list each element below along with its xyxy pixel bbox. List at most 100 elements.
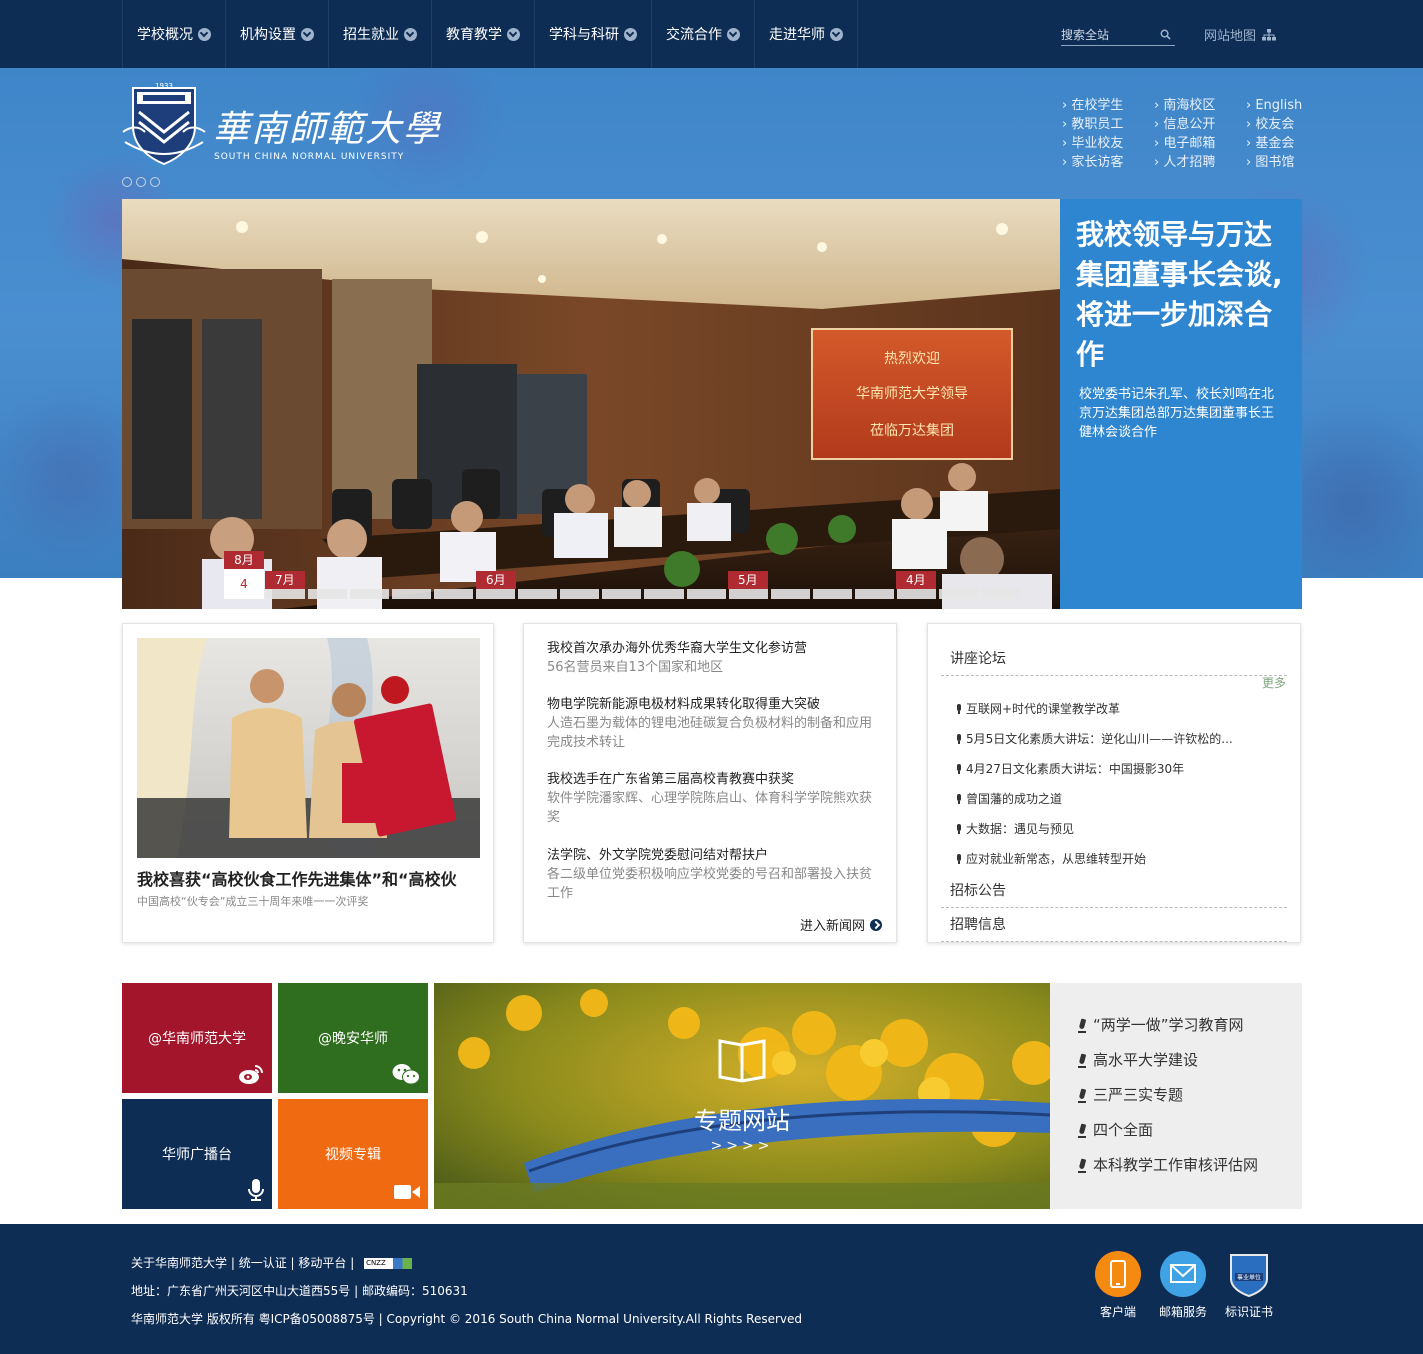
news-summary: 人造石墨为载体的锂电池硅碳复合负极材料的制备和应用完成技术转让 bbox=[547, 716, 873, 750]
topic-link[interactable]: “两学一做”学习教育网 bbox=[1078, 1008, 1302, 1043]
video-tile-label: 视频专辑 bbox=[325, 1147, 381, 1163]
footer-link-mobile[interactable]: 移动平台 bbox=[298, 1256, 346, 1270]
slide-photo[interactable]: 热烈欢迎 华南师范大学领导 莅临万达集团 bbox=[122, 199, 1060, 609]
quicklink-alumni[interactable]: 毕业校友 bbox=[1062, 134, 1154, 153]
sitemap-link[interactable]: 网站地图 bbox=[1204, 25, 1277, 44]
wechat-tile[interactable]: @晚安华师 bbox=[278, 983, 428, 1093]
cnzz-badge[interactable]: CNZZ bbox=[364, 1258, 413, 1269]
quicklink-library[interactable]: 图书馆 bbox=[1246, 153, 1316, 172]
timeline-segment[interactable] bbox=[266, 589, 306, 599]
carousel-dot[interactable] bbox=[150, 177, 160, 187]
feature-title[interactable]: 我校喜获“高校伙食工作先进集体”和“高校伙 bbox=[137, 866, 480, 890]
news-title[interactable]: 我校首次承办海外优秀华裔大学生文化参访营 bbox=[547, 639, 877, 658]
slide-title[interactable]: 我校领导与万达集团董事长会谈,将进一步加深合作 bbox=[1076, 215, 1286, 375]
quicklink-info-disclosure[interactable]: 信息公开 bbox=[1154, 115, 1246, 134]
quicklink-email[interactable]: 电子邮箱 bbox=[1154, 134, 1246, 153]
nav-item-admissions[interactable]: 招生就业 bbox=[329, 0, 432, 68]
email-service-button[interactable]: 邮箱服务 bbox=[1153, 1251, 1213, 1320]
news-item[interactable]: 我校首次承办海外优秀华裔大学生文化参访营 56名营员来自13个国家和地区 bbox=[547, 639, 877, 677]
timeline-segment[interactable] bbox=[728, 589, 768, 599]
news-title[interactable]: 物电学院新能源电极材料成果转化取得重大突破 bbox=[547, 695, 877, 714]
timeline-segment[interactable] bbox=[854, 589, 894, 599]
lecture-item[interactable]: 曾国藩的成功之道 bbox=[956, 784, 1276, 814]
news-item[interactable]: 我校选手在广东省第三届高校青教赛中获奖 软件学院潘家辉、心理学院陈启山、体育科学… bbox=[547, 770, 877, 827]
search-icon[interactable] bbox=[1160, 29, 1171, 40]
timeline-active-date[interactable]: 8月 4 bbox=[224, 551, 264, 599]
chevron-down-icon bbox=[830, 27, 843, 41]
timeline-segment[interactable] bbox=[644, 589, 684, 599]
timeline-segment[interactable] bbox=[686, 589, 726, 599]
search-input[interactable] bbox=[1061, 24, 1156, 46]
news-item[interactable]: 法学院、外文学院党委慰问结对帮扶户 各二级单位党委积极响应学校党委的号召和部署投… bbox=[547, 846, 877, 903]
lecture-item[interactable]: 4月27日文化素质大讲坛：中国摄影30年 bbox=[956, 754, 1276, 784]
footer-copyright: 华南师范大学 版权所有 粤ICP备05008875号 | Copyright ©… bbox=[131, 1312, 803, 1326]
news-list-card: 我校首次承办海外优秀华裔大学生文化参访营 56名营员来自13个国家和地区 物电学… bbox=[523, 623, 897, 943]
more-link[interactable]: 更多 bbox=[1262, 674, 1286, 691]
timeline-segment[interactable] bbox=[938, 589, 978, 599]
footer-link-auth[interactable]: 统一认证 bbox=[239, 1256, 287, 1270]
nav-item-exchange[interactable]: 交流合作 bbox=[652, 0, 755, 68]
lecture-item[interactable]: 应对就业新常态，从思维转型开始 bbox=[956, 844, 1276, 874]
news-title[interactable]: 法学院、外文学院党委慰问结对帮扶户 bbox=[547, 846, 877, 865]
nav-item-organization[interactable]: 机构设置 bbox=[226, 0, 329, 68]
nav-item-education[interactable]: 教育教学 bbox=[432, 0, 535, 68]
news-item[interactable]: 物电学院新能源电极材料成果转化取得重大突破 人造石墨为载体的锂电池硅碳复合负极材… bbox=[547, 695, 877, 752]
bid-announcements-link[interactable]: 招标公告 bbox=[941, 880, 1287, 908]
university-logo[interactable]: 1933 華南師範大學 SOUTH CHINA NORMAL UNIVERSIT… bbox=[121, 82, 441, 172]
topic-link[interactable]: 高水平大学建设 bbox=[1078, 1043, 1302, 1078]
radio-tile[interactable]: 华师广播台 bbox=[122, 1099, 272, 1209]
quicklink-english[interactable]: English bbox=[1246, 96, 1316, 115]
feature-photo[interactable] bbox=[137, 638, 480, 858]
nav-item-school-overview[interactable]: 学校概况 bbox=[123, 0, 226, 68]
timeline-segment[interactable] bbox=[476, 589, 516, 599]
radio-tile-label: 华师广播台 bbox=[162, 1147, 232, 1163]
timeline-month-tag[interactable]: 6月 bbox=[476, 571, 516, 589]
topic-link[interactable]: 三严三实专题 bbox=[1078, 1078, 1302, 1113]
timeline-month-tag[interactable]: 7月 bbox=[265, 571, 305, 589]
news-title[interactable]: 我校选手在广东省第三届高校青教赛中获奖 bbox=[547, 770, 877, 789]
timeline-segment[interactable] bbox=[770, 589, 810, 599]
nav-item-label: 招生就业 bbox=[343, 27, 399, 43]
carousel-dot[interactable] bbox=[136, 177, 146, 187]
timeline-segment[interactable] bbox=[392, 589, 432, 599]
topic-link[interactable]: 四个全面 bbox=[1078, 1113, 1302, 1148]
weibo-tile[interactable]: @华南师范大学 bbox=[122, 983, 272, 1093]
lectures-heading[interactable]: 讲座论坛 bbox=[941, 648, 1287, 676]
enter-news-link[interactable]: 进入新闻网 bbox=[800, 915, 882, 934]
timeline-segment[interactable] bbox=[896, 589, 936, 599]
footer-link-about[interactable]: 关于华南师范大学 bbox=[131, 1256, 227, 1270]
quicklink-foundation[interactable]: 基金会 bbox=[1246, 134, 1316, 153]
quicklink-staff[interactable]: 教职员工 bbox=[1062, 115, 1154, 134]
topic-links-panel: “两学一做”学习教育网 高水平大学建设 三严三实专题 四个全面 本科教学工作审核… bbox=[1050, 983, 1302, 1209]
timeline-segment[interactable] bbox=[602, 589, 642, 599]
open-book-icon bbox=[718, 1039, 766, 1083]
timeline-segment[interactable] bbox=[560, 589, 600, 599]
nav-item-about[interactable]: 走进华师 bbox=[755, 0, 858, 68]
quicklink-parents[interactable]: 家长访客 bbox=[1062, 153, 1154, 172]
topic-link[interactable]: 本科教学工作审核评估网 bbox=[1078, 1148, 1302, 1183]
video-tile[interactable]: 视频专辑 bbox=[278, 1099, 428, 1209]
timeline-segment[interactable] bbox=[434, 589, 474, 599]
logo-english-name: SOUTH CHINA NORMAL UNIVERSITY bbox=[214, 152, 405, 162]
quicklink-alumni-association[interactable]: 校友会 bbox=[1246, 115, 1316, 134]
lecture-item[interactable]: 5月5日文化素质大讲坛：逆化山川——许钦松的... bbox=[956, 724, 1276, 754]
timeline-segment[interactable] bbox=[350, 589, 390, 599]
timeline-segment[interactable] bbox=[308, 589, 348, 599]
quicklink-nanhai-campus[interactable]: 南海校区 bbox=[1154, 96, 1246, 115]
lecture-item[interactable]: 大数据：遇见与预见 bbox=[956, 814, 1276, 844]
timeline-segment[interactable] bbox=[980, 589, 1020, 599]
mobile-client-button[interactable]: 客户端 bbox=[1088, 1251, 1148, 1320]
nav-item-research[interactable]: 学科与科研 bbox=[535, 0, 652, 68]
timeline-segment[interactable] bbox=[518, 589, 558, 599]
timeline-segment[interactable] bbox=[812, 589, 852, 599]
lecture-item[interactable]: 互联网+时代的课堂教学改革 bbox=[956, 694, 1276, 724]
quicklink-recruitment[interactable]: 人才招聘 bbox=[1154, 153, 1246, 172]
timeline-month-tag[interactable]: 5月 bbox=[728, 571, 768, 589]
quicklink-students[interactable]: 在校学生 bbox=[1062, 96, 1154, 115]
certificate-button[interactable]: 事业单位 标识证书 bbox=[1219, 1251, 1279, 1320]
carousel-dot[interactable] bbox=[122, 177, 132, 187]
recruitment-info-link[interactable]: 招聘信息 bbox=[941, 914, 1287, 942]
timeline-month-tag[interactable]: 4月 bbox=[896, 571, 936, 589]
pen-icon bbox=[1078, 1089, 1086, 1103]
topic-sites-banner[interactable]: 专题网站 >>>> bbox=[434, 983, 1050, 1209]
